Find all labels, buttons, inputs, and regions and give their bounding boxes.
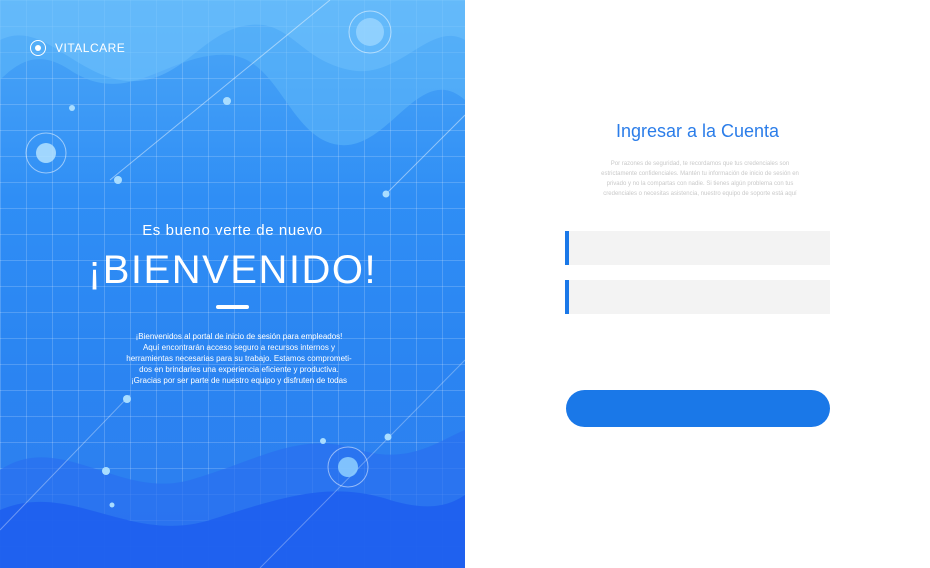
note-line: estrictamente confidenciales. Mantén tu … — [601, 171, 799, 177]
note-line: privado y no la compartas con nadie. Si … — [606, 181, 794, 187]
brand: VITALCARE — [30, 40, 125, 56]
target-circle-icon — [30, 40, 46, 56]
login-button[interactable] — [566, 390, 830, 427]
login-panel: Ingresar a la Cuenta Por razones de segu… — [465, 0, 930, 568]
paragraph-line: ¡Bienvenidos al portal de inicio de sesi… — [135, 332, 343, 341]
title-divider — [216, 305, 249, 309]
welcome-title: ¡BIENVENIDO! — [87, 248, 378, 292]
username-field[interactable] — [565, 231, 830, 265]
paragraph-line: dos en brindarles una experiencia eficie… — [139, 365, 339, 374]
welcome-paragraph: ¡Bienvenidos al portal de inicio de sesi… — [105, 331, 373, 386]
login-title: Ingresar a la Cuenta — [615, 121, 780, 141]
paragraph-line: Aquí encontrarán acceso seguro a recurso… — [142, 343, 336, 352]
welcome-subtitle: Es bueno verte de nuevo — [142, 222, 323, 239]
paragraph-line: herramientas necesarias para su trabajo.… — [126, 354, 352, 363]
brand-name: VITALCARE — [55, 41, 126, 55]
note-line: Por razones de seguridad, te recordamos … — [610, 161, 790, 167]
note-line: credenciales o necesitas asistencia, nue… — [603, 191, 797, 197]
security-note: Por razones de seguridad, te recordamos … — [570, 159, 830, 199]
password-field[interactable] — [565, 280, 830, 314]
welcome-panel: VITALCARE Es bueno verte de nuevo ¡BIENV… — [0, 0, 465, 568]
paragraph-line: ¡Gracias por ser parte de nuestro equipo… — [130, 376, 348, 385]
